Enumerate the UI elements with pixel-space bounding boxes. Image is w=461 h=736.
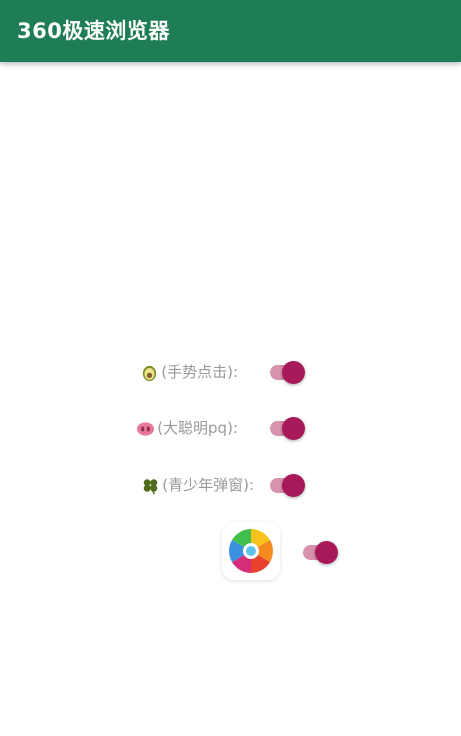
setting-label-text: (青少年弹窗): [162,476,254,494]
setting-label-teen-popup: (青少年弹窗): [141,465,254,505]
toggle-thumb [282,417,305,440]
setting-row-gesture-click: (手势点击): [100,352,238,392]
app-title: 360极速浏览器 [17,19,170,43]
setting-row-big-smart: (大聪明pq): [100,408,238,448]
setting-row-teen-popup: (青少年弹窗): [100,465,254,505]
app-bar: 360极速浏览器 [0,0,461,62]
gesture-click-toggle[interactable] [268,352,308,392]
toggle-thumb [282,361,305,384]
setting-label-gesture-click: (手势点击): [140,352,238,392]
avocado-icon [143,365,157,381]
setting-label-text: (手势点击): [161,363,238,381]
browser-toggle[interactable] [301,532,341,572]
setting-label-big-smart: (大聪明pq): [136,408,238,448]
toggle-thumb [282,474,305,497]
big-smart-toggle[interactable] [268,408,308,448]
browser-logo-swirl [229,529,273,573]
clover-icon [143,478,158,494]
360-browser-logo-icon [222,522,280,580]
pig-nose-icon [137,421,155,436]
app-screen: 360极速浏览器 (手势点击): (大聪明pq): (青少年弹窗): [0,0,461,736]
teen-popup-toggle[interactable] [268,465,308,505]
setting-label-text: (大聪明pq): [157,419,238,437]
toggle-thumb [315,541,338,564]
